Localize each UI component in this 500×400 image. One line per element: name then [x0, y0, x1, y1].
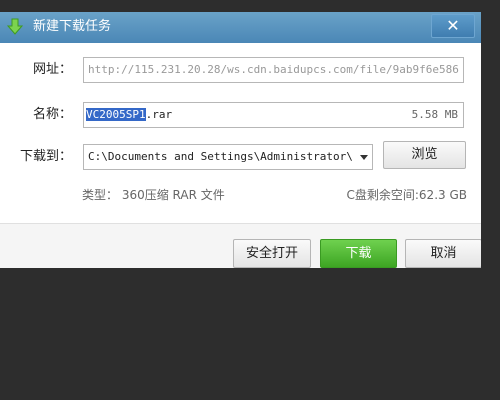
url-label: 网址：: [32, 62, 72, 77]
download-button[interactable]: 下载: [320, 239, 397, 268]
cancel-button[interactable]: 取消: [405, 239, 481, 268]
disk-space-info: C盘剩余空间:62.3 GB: [346, 188, 468, 202]
file-size: 5.58 MB: [411, 108, 458, 121]
safe-open-button[interactable]: 安全打开: [233, 239, 311, 268]
save-path-select[interactable]: C:\Documents and Settings\Administrator\: [83, 144, 373, 170]
save-path-value: C:\Documents and Settings\Administrator\: [88, 150, 353, 163]
title-bar[interactable]: 新建下载任务 ✕: [0, 12, 481, 43]
url-input[interactable]: http://115.231.20.28/ws.cdn.baidupcs.com…: [83, 57, 464, 83]
file-type-info: 类型： 360压缩 RAR 文件: [82, 188, 225, 202]
name-input[interactable]: VC2005SP1.rar 5.58 MB: [83, 102, 464, 128]
name-selected-text: VC2005SP1: [86, 108, 146, 121]
path-label: 下载到：: [19, 149, 72, 164]
name-label: 名称：: [32, 107, 72, 122]
new-download-dialog: 新建下载任务 ✕ 网址： http://115.231.20.28/ws.cdn…: [0, 12, 481, 268]
dialog-footer: 安全打开 下载 取消: [0, 223, 481, 268]
dialog-title: 新建下载任务: [33, 19, 112, 34]
chevron-down-icon[interactable]: [360, 155, 368, 160]
download-arrow-icon: [6, 18, 24, 36]
name-extension: .rar: [145, 108, 173, 121]
close-icon: ✕: [446, 16, 460, 35]
close-button[interactable]: ✕: [431, 14, 475, 38]
browse-button[interactable]: 浏览: [383, 141, 466, 169]
